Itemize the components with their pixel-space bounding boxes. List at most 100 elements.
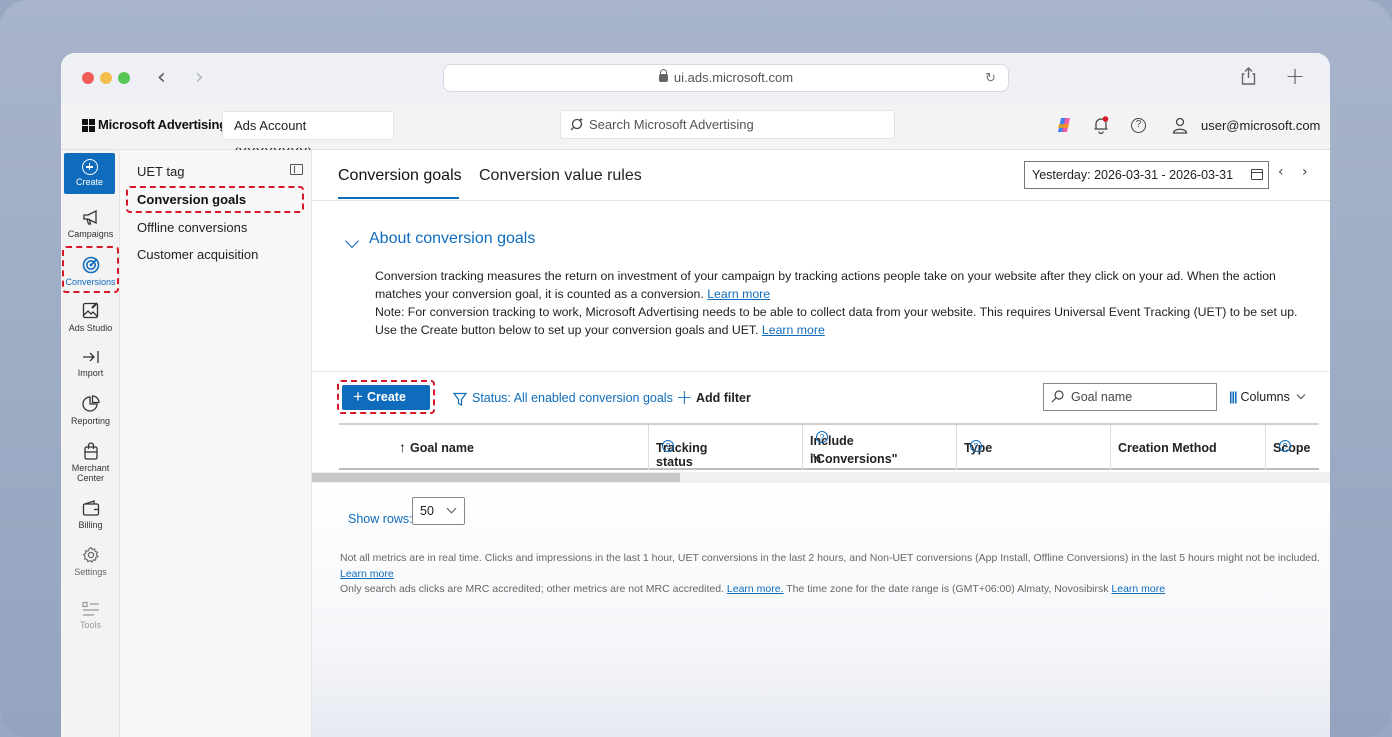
minimize-window-button[interactable]	[100, 72, 112, 84]
column-header-include-in-conversions[interactable]: Include in "Conversions"?	[803, 425, 957, 470]
close-window-button[interactable]	[82, 72, 94, 84]
goals-toolbar: + Create Status: All enabled conversion g…	[312, 371, 1330, 423]
browser-window: ‹ › ui.ads.microsoft.com ↻ + Microsoft A…	[61, 53, 1330, 737]
column-header-tracking-status[interactable]: Tracking status?	[649, 425, 803, 470]
search-icon	[1051, 390, 1064, 403]
chevron-down-icon	[446, 503, 457, 514]
plus-icon: +	[353, 387, 363, 406]
rail-create-button[interactable]: Create	[64, 153, 115, 194]
reload-icon[interactable]: ↻	[985, 65, 996, 90]
date-prev-icon[interactable]: ‹	[1278, 164, 1284, 180]
rail-item-campaigns[interactable]: Campaigns	[61, 209, 120, 239]
rail-item-label: Merchant	[71, 463, 110, 473]
chevron-down-icon	[1296, 390, 1306, 400]
conversions-highlight	[62, 246, 119, 293]
status-filter-link[interactable]: Status: All enabled conversion goals	[472, 391, 673, 405]
rail-item-settings[interactable]: Settings	[61, 546, 120, 577]
learn-more-link[interactable]: Learn more	[1111, 583, 1165, 595]
url-text: ui.ads.microsoft.com	[673, 70, 794, 85]
rail-item-merchant-center[interactable]: Merchant Center	[61, 442, 120, 483]
footnote-realtime: Not all metrics are in real time. Clicks…	[340, 552, 1320, 564]
add-filter-plus-icon[interactable]: +	[676, 385, 693, 409]
column-header-type[interactable]: Type?	[957, 425, 1111, 470]
notification-bell-icon[interactable]	[1093, 116, 1109, 134]
chevron-down-icon[interactable]	[344, 233, 360, 249]
help-icon[interactable]: ?	[970, 440, 982, 452]
rail-create-label: Create	[75, 177, 103, 187]
search-placeholder: Search Microsoft Advertising	[589, 117, 754, 132]
user-avatar-icon[interactable]	[1172, 117, 1188, 134]
brand-name: Microsoft Advertising	[98, 117, 227, 132]
import-arrow-icon	[82, 351, 99, 363]
column-header-goal-name[interactable]: ↑ Goal name	[339, 425, 649, 470]
columns-label: Columns	[1240, 390, 1290, 404]
share-icon[interactable]	[1241, 67, 1256, 85]
back-arrow-icon[interactable]: ‹	[157, 65, 166, 90]
collapse-panel-icon[interactable]	[290, 164, 303, 175]
goal-name-search-input[interactable]: Goal name	[1043, 383, 1217, 411]
rail-item-import[interactable]: Import	[61, 349, 120, 378]
rail-item-label: Billing	[78, 520, 103, 530]
account-selector[interactable]: Ads Account (XXXXXXXX)⌄	[222, 111, 394, 160]
gear-icon	[82, 546, 99, 563]
learn-more-link[interactable]: Learn more	[762, 323, 825, 337]
column-label: "Conversions"	[810, 452, 898, 466]
add-filter-button[interactable]: Add filter	[696, 391, 751, 405]
copilot-icon[interactable]	[1056, 117, 1072, 133]
subnav-item-offline-conversions[interactable]: Offline conversions	[137, 220, 247, 235]
tab-conversion-value-rules[interactable]: Conversion value rules	[479, 167, 642, 185]
footnote-mrc: Only search ads clicks are MRC accredite…	[340, 583, 724, 595]
columns-button[interactable]: ||| Columns	[1229, 390, 1306, 404]
learn-more-link[interactable]: Learn more	[340, 568, 394, 580]
left-nav-rail: Create Campaigns Conversions Ads Studio …	[61, 150, 120, 737]
subnav-item-conversion-goals[interactable]: Conversion goals	[137, 192, 246, 207]
rows-per-page-select[interactable]: 50	[412, 497, 465, 525]
pie-chart-icon	[81, 395, 100, 412]
help-icon[interactable]: ?	[1131, 118, 1146, 133]
table-footer-area: Show rows: 50 Not all metrics are in rea…	[312, 483, 1330, 737]
learn-more-link[interactable]: Learn more	[707, 287, 770, 301]
help-icon[interactable]: ?	[662, 440, 674, 452]
forward-arrow-icon[interactable]: ›	[195, 65, 204, 90]
subnav-item-uet-tag[interactable]: UET tag	[137, 164, 184, 179]
rail-item-tools[interactable]: Tools	[61, 601, 120, 630]
help-icon[interactable]: ?	[816, 431, 828, 443]
search-sparkle-icon	[570, 117, 583, 131]
address-bar[interactable]: ui.ads.microsoft.com ↻	[443, 64, 1009, 92]
image-edit-icon	[82, 302, 98, 319]
date-next-icon[interactable]: ›	[1302, 164, 1308, 180]
metrics-footnotes: Not all metrics are in real time. Clicks…	[340, 551, 1320, 598]
rail-item-label: Reporting	[70, 416, 111, 426]
column-header-scope[interactable]: Scope?	[1266, 425, 1319, 470]
rail-item-reporting[interactable]: Reporting	[61, 395, 120, 426]
conversions-subnav: UET tag Conversion goals Offline convers…	[120, 150, 312, 737]
about-description: Conversion tracking measures the return …	[375, 267, 1320, 339]
app-header: Microsoft Advertising Ads Account (XXXXX…	[61, 104, 1330, 160]
table-horizontal-scrollbar[interactable]	[312, 472, 1330, 483]
subnav-item-customer-acquisition[interactable]: Customer acquisition	[137, 247, 258, 262]
about-section-toggle[interactable]: About conversion goals	[369, 230, 535, 248]
create-goal-button[interactable]: + Create	[342, 385, 430, 410]
filter-funnel-icon[interactable]	[453, 392, 467, 406]
scrollbar-thumb[interactable]	[312, 473, 680, 482]
rail-item-billing[interactable]: Billing	[61, 500, 120, 530]
new-tab-icon[interactable]: +	[1285, 62, 1305, 90]
global-search-input[interactable]: Search Microsoft Advertising	[560, 110, 895, 139]
date-range-picker[interactable]: Yesterday: 2026-03-31 - 2026-03-31	[1024, 161, 1269, 189]
rail-item-label: Settings	[74, 567, 107, 577]
plus-circle-icon	[81, 159, 98, 175]
page-tabs: Conversion goals Conversion value rules …	[312, 150, 1330, 201]
rail-item-label: Tools	[79, 620, 101, 630]
show-rows-label: Show rows:	[348, 512, 413, 526]
goals-table-header: ↑ Goal name Tracking status? Include in "…	[339, 423, 1319, 470]
user-email[interactable]: user@microsoft.com	[1201, 118, 1320, 133]
tools-list-icon	[81, 601, 99, 616]
maximize-window-button[interactable]	[118, 72, 130, 84]
learn-more-link[interactable]: Learn more.	[727, 583, 784, 595]
rail-item-ads-studio[interactable]: Ads Studio	[61, 302, 120, 333]
tab-conversion-goals[interactable]: Conversion goals	[338, 167, 462, 185]
column-header-creation-method[interactable]: Creation Method	[1111, 425, 1266, 470]
about-paragraph-1: Conversion tracking measures the return …	[375, 269, 1276, 301]
help-icon[interactable]: ?	[1279, 440, 1291, 452]
megaphone-icon	[82, 209, 97, 225]
